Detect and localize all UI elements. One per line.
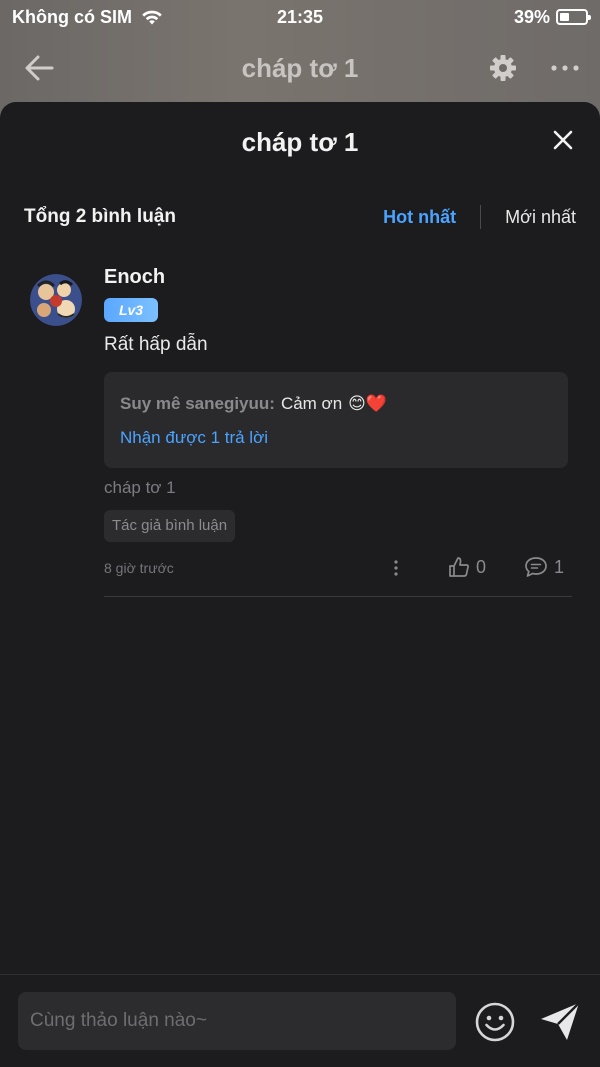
comment-text: Rất hấp dẫn (104, 334, 208, 355)
nav-title: cháp tơ 1 (241, 52, 359, 83)
reply-author: Suy mê sanegiyuu: (120, 394, 275, 413)
total-comments-label: Tổng 2 bình luận (24, 206, 176, 227)
view-replies-link[interactable]: Nhận được 1 trả lời (120, 428, 552, 448)
comment-divider (104, 596, 572, 597)
tab-hot[interactable]: Hot nhất (383, 207, 456, 228)
like-count: 0 (476, 556, 487, 577)
battery-icon (556, 9, 591, 25)
comment-user-name[interactable]: Enoch (104, 266, 576, 294)
comment-meta-row: 8 giờ trước 0 1 (104, 550, 568, 586)
sort-divider (480, 205, 482, 229)
comment-item: Enoch Lv3 Rất hấp dẫn Suy mê sanegiyuu: … (0, 262, 600, 597)
comment-timestamp: 8 giờ trước (104, 560, 174, 576)
comments-sheet: cháp tơ 1 Tổng 2 bình luận Hot nhất Mới … (0, 102, 600, 1067)
reply-count: 1 (554, 556, 565, 577)
avatar[interactable] (30, 274, 82, 326)
like-button[interactable]: 0 (448, 556, 486, 578)
gear-icon[interactable] (488, 53, 518, 83)
send-icon[interactable] (538, 999, 582, 1043)
reply-preview-line: Suy mê sanegiyuu: Cảm ơn 😊❤️ (120, 390, 552, 418)
more-horizontal-icon[interactable] (548, 53, 582, 83)
chapter-reference[interactable]: cháp tơ 1 (104, 478, 576, 504)
tab-newest[interactable]: Mới nhất (505, 207, 576, 228)
status-bar: Không có SIM 21:35 39% (0, 0, 600, 34)
comment-input[interactable] (18, 992, 456, 1050)
comment-bubble-icon (525, 557, 547, 577)
thumbs-up-icon (449, 557, 469, 577)
sheet-title: cháp tơ 1 (241, 126, 359, 157)
reply-emojis: 😊❤️ (348, 394, 388, 413)
comment-input-bar (0, 974, 600, 1067)
sort-tabs: Hot nhất Mới nhất (383, 205, 576, 229)
back-arrow-icon[interactable] (22, 52, 56, 84)
author-tag: Tác giả bình luận (104, 510, 236, 542)
carrier-label: Không có SIM (12, 6, 132, 27)
reply-button[interactable]: 1 (524, 556, 564, 578)
close-icon[interactable] (552, 129, 574, 151)
more-vertical-icon[interactable] (386, 558, 406, 578)
reply-text: Cảm ơn (280, 394, 343, 413)
reply-preview-box[interactable]: Suy mê sanegiyuu: Cảm ơn 😊❤️ Nhận được 1… (104, 372, 568, 468)
level-badge: Lv3 (104, 298, 158, 322)
nav-bar: cháp tơ 1 (0, 40, 600, 96)
battery-fill (560, 13, 570, 21)
battery-percent: 39% (513, 6, 550, 27)
wifi-icon (142, 10, 162, 25)
emoji-icon[interactable] (474, 1001, 516, 1043)
clock-label: 21:35 (276, 6, 324, 27)
sheet-header: cháp tơ 1 (0, 102, 600, 182)
comments-summary-row: Tổng 2 bình luận Hot nhất Mới nhất (0, 182, 600, 252)
